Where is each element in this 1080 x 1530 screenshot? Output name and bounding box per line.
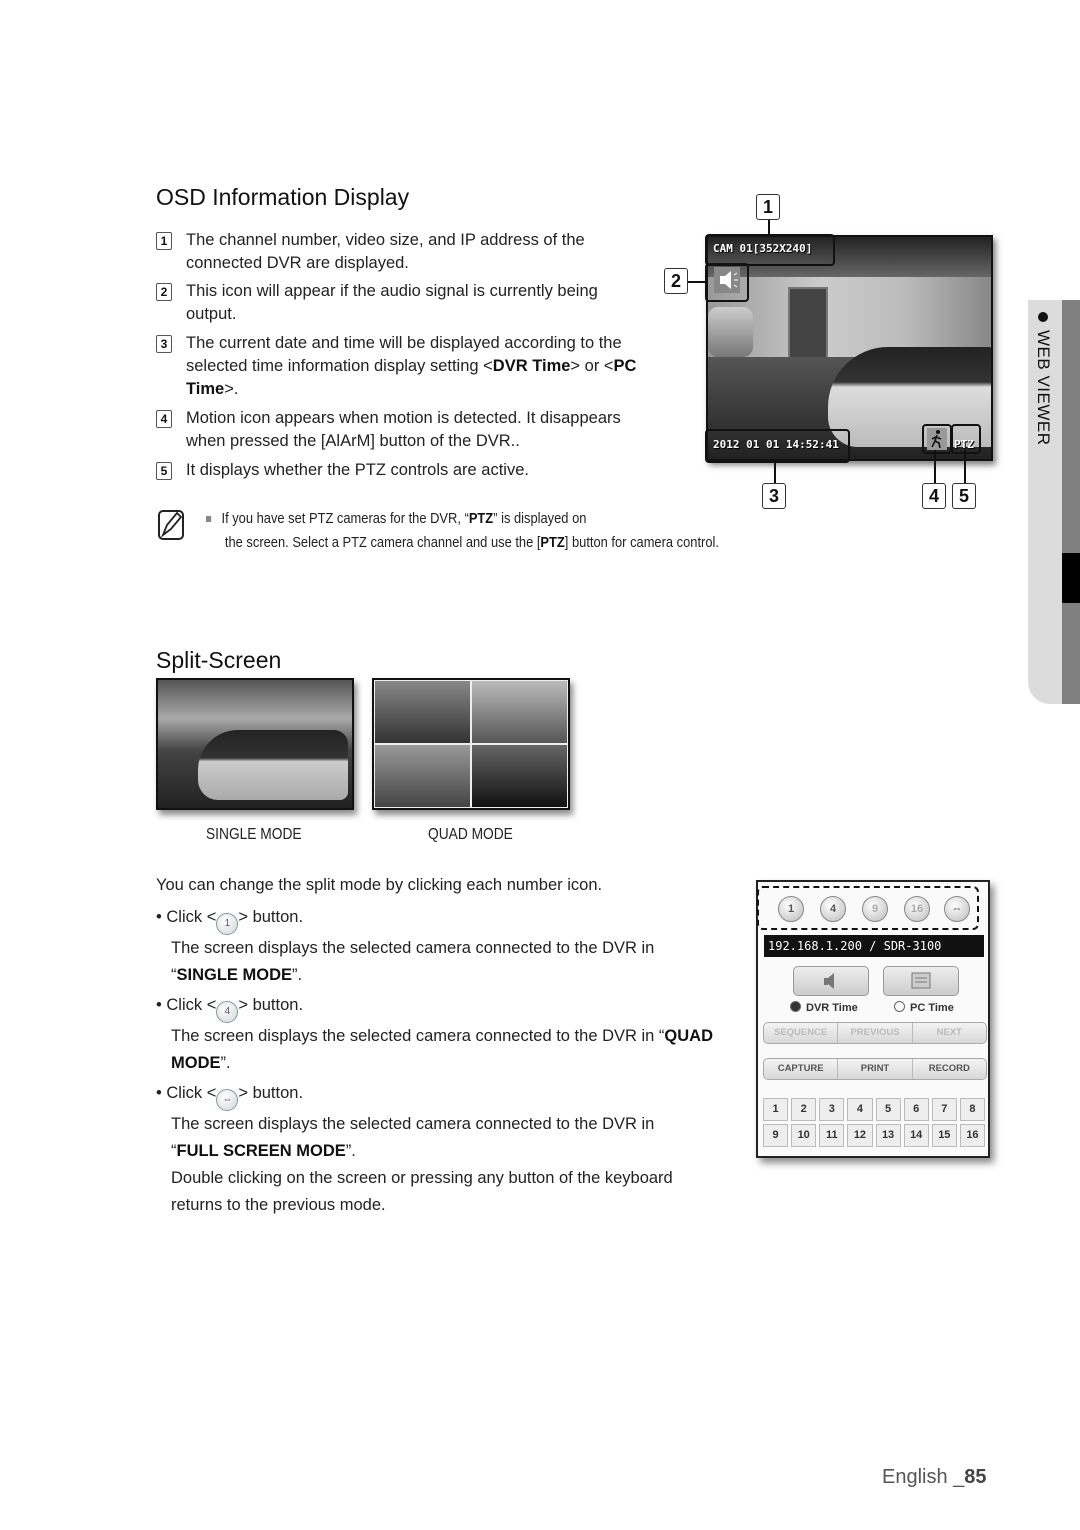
dvr-address-bar: 192.168.1.200 / SDR-3100 (764, 935, 984, 957)
split-4-button-icon: 4 (216, 1001, 239, 1023)
print-button[interactable]: PRINT (838, 1059, 913, 1079)
single-mode-label: SINGLE MODE (206, 826, 302, 843)
callout-badge-5: 5 (952, 483, 976, 509)
page-number: 85 (964, 1466, 987, 1488)
callout-frame-1 (705, 234, 835, 266)
capture-button[interactable]: CAPTURE (764, 1059, 839, 1079)
number-badge: 2 (156, 283, 172, 301)
number-badge: 5 (156, 462, 172, 480)
quad-cell (471, 680, 568, 744)
split-16-button[interactable]: 16 (904, 896, 930, 922)
callout-frame-3 (705, 429, 850, 463)
monitor-icon (911, 972, 931, 989)
channel-button[interactable]: 1 (763, 1098, 789, 1121)
channel-button[interactable]: 11 (819, 1124, 845, 1147)
callout-badge-3: 3 (762, 483, 786, 509)
parked-car (708, 307, 753, 357)
channel-button[interactable]: 12 (847, 1124, 873, 1147)
channel-button[interactable]: 13 (875, 1124, 901, 1147)
osd-item-text: The channel number, video size, and IP a… (186, 231, 585, 272)
previous-button[interactable]: PREVIOUS (838, 1023, 913, 1043)
audio-button[interactable] (793, 966, 869, 996)
note-pencil-icon (158, 509, 184, 541)
osd-item-2: 2 This icon will appear if the audio sig… (156, 280, 626, 326)
fullscreen-button[interactable]: ⇔ (944, 896, 970, 922)
side-tab-marker (1062, 553, 1080, 603)
next-button[interactable]: NEXT (913, 1023, 986, 1043)
bullet-square (206, 516, 212, 523)
osd-item-text: This icon will appear if the audio signa… (186, 282, 598, 323)
split-1-button-icon: 1 (216, 913, 239, 935)
split-section-title: Split-Screen (156, 647, 282, 673)
number-badge: 4 (156, 410, 172, 428)
channel-button[interactable]: 6 (903, 1098, 929, 1121)
callout-badge-4: 4 (922, 483, 946, 509)
osd-item-5: 5 It displays whether the PTZ controls a… (156, 459, 656, 482)
osd-item-text: It displays whether the PTZ controls are… (186, 461, 529, 479)
osd-item-1: 1 The channel number, video size, and IP… (156, 229, 626, 275)
osd-section-title: OSD Information Display (156, 184, 410, 210)
fullscreen-button-icon: ⇔ (216, 1089, 239, 1111)
bullet-quad: • Click <4 > button. The screen displays … (156, 996, 714, 1072)
capture-button-group: CAPTURE PRINT RECORD (763, 1058, 987, 1080)
split-9-button[interactable]: 9 (862, 896, 888, 922)
bullet-dot-icon (1038, 312, 1048, 322)
speaker-icon (824, 973, 834, 989)
channel-button[interactable]: 5 (875, 1098, 901, 1121)
osd-item-3: 3 The current date and time will be disp… (156, 332, 656, 401)
osd-item-4: 4 Motion icon appears when motion is det… (156, 407, 656, 453)
channel-button[interactable]: 15 (931, 1124, 957, 1147)
radio-selected[interactable] (790, 1001, 801, 1012)
callout-badge-1: 1 (756, 194, 780, 220)
callout-frame-4 (922, 424, 952, 454)
callout-frame-5 (951, 424, 981, 454)
side-tab-edge (1062, 300, 1080, 704)
channel-button[interactable]: 4 (847, 1098, 873, 1121)
split-intro: You can change the split mode by clickin… (156, 876, 603, 894)
radio-unselected[interactable] (894, 1001, 905, 1012)
page-footer: English _85 (882, 1466, 987, 1488)
side-tab-label: WEB VIEWER (1033, 312, 1053, 446)
sequence-button[interactable]: SEQUENCE (764, 1023, 839, 1043)
osd-item-text: Motion icon appears when motion is detec… (186, 409, 621, 450)
osd-toggle-button[interactable] (883, 966, 959, 996)
channel-button[interactable]: 2 (791, 1098, 817, 1121)
channel-button[interactable]: 8 (959, 1098, 985, 1121)
callout-badge-2: 2 (664, 268, 688, 294)
channel-button[interactable]: 3 (819, 1098, 845, 1121)
pc-time-radio[interactable]: PC Time (894, 1001, 954, 1014)
callout-frame-2 (705, 263, 749, 302)
dvr-time-radio[interactable]: DVR Time (790, 1001, 858, 1014)
quad-cell (471, 744, 568, 808)
channel-button[interactable]: 9 (763, 1124, 789, 1147)
single-mode-thumbnail (156, 678, 354, 810)
quad-cell (374, 680, 471, 744)
number-badge: 1 (156, 232, 172, 250)
split-1-button[interactable]: 1 (778, 896, 804, 922)
bullet-fullscreen: • Click < ⇔ > button. The screen displays … (156, 1084, 673, 1214)
channel-button[interactable]: 14 (903, 1124, 929, 1147)
channel-button[interactable]: 7 (931, 1098, 957, 1121)
ptz-note: If you have set PTZ cameras for the DVR,… (206, 507, 808, 555)
quad-cell (374, 744, 471, 808)
bullet-single: • Click <1 > button. The screen displays … (156, 908, 655, 984)
channel-button[interactable]: 16 (959, 1124, 985, 1147)
channel-button[interactable]: 10 (791, 1124, 817, 1147)
quad-mode-thumbnail (372, 678, 570, 810)
split-4-button[interactable]: 4 (820, 896, 846, 922)
sequence-button-group: SEQUENCE PREVIOUS NEXT (763, 1022, 987, 1044)
osd-item-text: The current date and time will be displa… (186, 334, 637, 398)
record-button[interactable]: RECORD (913, 1059, 986, 1079)
channel-grid: 1 2 3 4 5 6 7 8 9 10 11 12 13 14 15 16 (763, 1098, 985, 1147)
quad-mode-label: QUAD MODE (428, 826, 513, 843)
number-badge: 3 (156, 335, 172, 353)
